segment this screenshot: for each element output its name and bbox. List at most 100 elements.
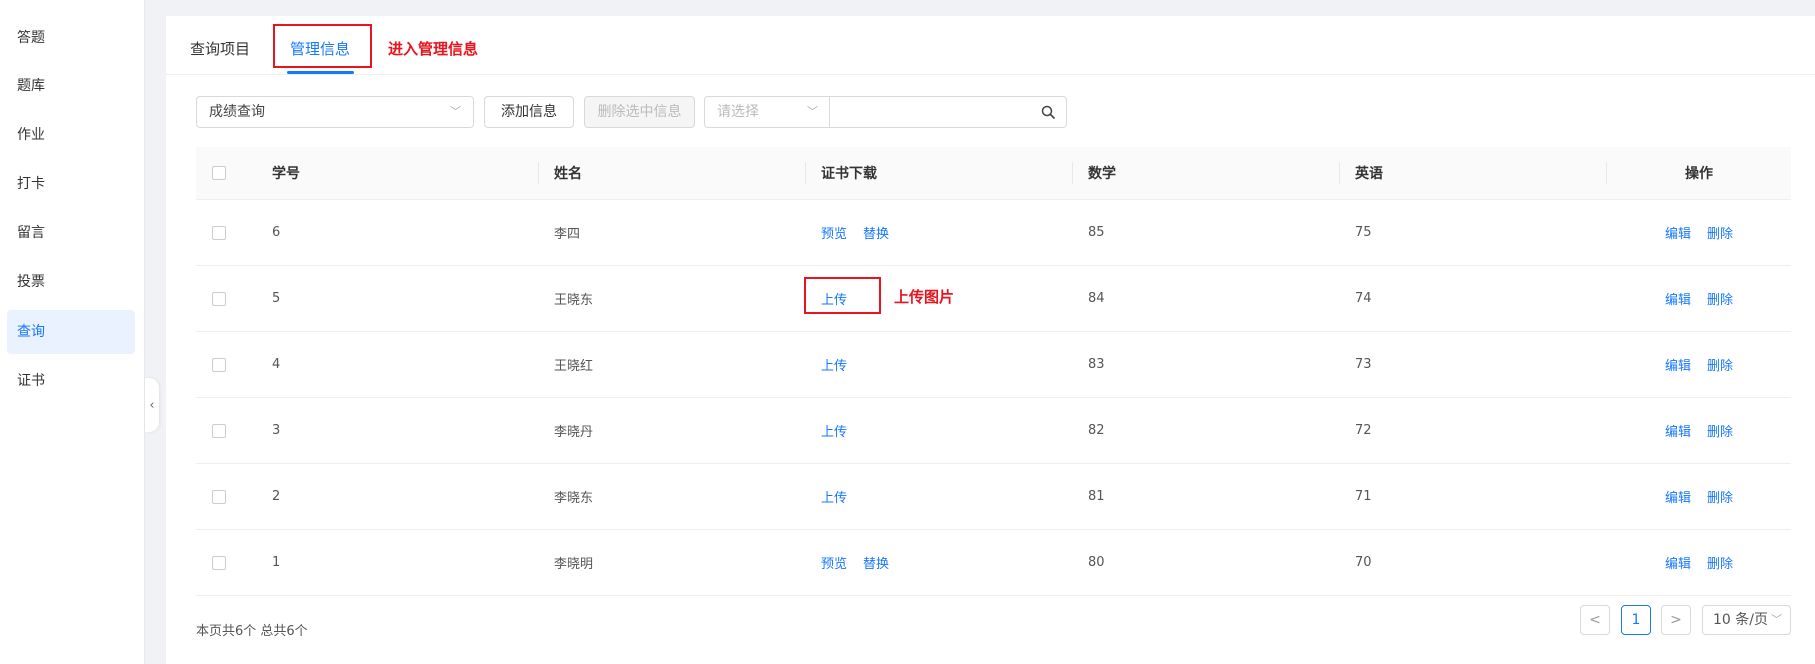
delete-link[interactable]: 删除 bbox=[1707, 553, 1733, 572]
cell-certificate: 上传 bbox=[821, 464, 863, 529]
tab-query-project[interactable]: 查询项目 bbox=[190, 38, 250, 59]
preview-link[interactable]: 预览 bbox=[821, 553, 847, 572]
sidebar-collapse-handle[interactable]: ‹ bbox=[145, 378, 159, 432]
cell-operations: 编辑 删除 bbox=[1607, 266, 1791, 331]
cell-name: 李晓明 bbox=[554, 557, 594, 572]
edit-link[interactable]: 编辑 bbox=[1665, 355, 1691, 374]
annotation-label-enter-manage: 进入管理信息 bbox=[388, 40, 479, 58]
sidebar-item-certificate[interactable]: 证书 bbox=[7, 359, 135, 403]
column-divider bbox=[1072, 162, 1073, 184]
main-panel: 查询项目 管理信息 进入管理信息 成绩查询 ﹀ 添加信息 删除选中信息 请选择 … bbox=[166, 16, 1815, 664]
sidebar-item-answer[interactable]: 答题 bbox=[7, 16, 135, 60]
sidebar: 答题 题库 作业 打卡 留言 投票 查询 证书 bbox=[0, 0, 145, 664]
cell-math: 81 bbox=[1088, 489, 1105, 504]
table-header: 学号 姓名 证书下载 数学 英语 操作 bbox=[196, 147, 1791, 200]
sidebar-item-homework[interactable]: 作业 bbox=[7, 113, 135, 157]
cell-operations: 编辑 删除 bbox=[1607, 530, 1791, 595]
cell-math: 84 bbox=[1088, 291, 1105, 306]
query-type-select[interactable]: 成绩查询 ﹀ bbox=[196, 96, 474, 128]
cell-operations: 编辑 删除 bbox=[1607, 398, 1791, 463]
cell-math: 82 bbox=[1088, 423, 1105, 438]
header-math: 数学 bbox=[1088, 166, 1116, 182]
cell-certificate: 上传 bbox=[821, 332, 863, 397]
table-row: 2 李晓东 上传 81 71 编辑 删除 bbox=[196, 464, 1791, 530]
page-summary: 本页共6个 总共6个 bbox=[196, 624, 308, 639]
row-checkbox[interactable] bbox=[212, 555, 226, 570]
table-row: 3 李晓丹 上传 82 72 编辑 删除 bbox=[196, 398, 1791, 464]
cell-english: 71 bbox=[1355, 489, 1372, 504]
row-checkbox-cell bbox=[212, 398, 226, 463]
add-info-button[interactable]: 添加信息 bbox=[484, 96, 574, 128]
sidebar-item-checkin[interactable]: 打卡 bbox=[7, 162, 135, 206]
cell-student-id: 5 bbox=[272, 291, 281, 306]
replace-link[interactable]: 替换 bbox=[863, 553, 889, 572]
row-checkbox[interactable] bbox=[212, 291, 226, 306]
page-size-value: 10 条/页 bbox=[1713, 612, 1768, 628]
delete-link[interactable]: 删除 bbox=[1707, 289, 1733, 308]
cell-name: 李晓丹 bbox=[554, 425, 594, 440]
header-name: 姓名 bbox=[554, 166, 582, 182]
page-size-select[interactable]: 10 条/页 ﹀ bbox=[1702, 605, 1791, 635]
cell-english: 75 bbox=[1355, 225, 1372, 240]
cell-student-id: 4 bbox=[272, 357, 281, 372]
row-checkbox[interactable] bbox=[212, 225, 226, 240]
edit-link[interactable]: 编辑 bbox=[1665, 223, 1691, 242]
cell-certificate: 预览 替换 bbox=[821, 200, 905, 265]
annotation-label-upload-image: 上传图片 bbox=[894, 288, 955, 306]
edit-link[interactable]: 编辑 bbox=[1665, 553, 1691, 572]
edit-link[interactable]: 编辑 bbox=[1665, 487, 1691, 506]
cell-english: 74 bbox=[1355, 291, 1372, 306]
cell-certificate: 上传 bbox=[821, 398, 863, 463]
header-certificate: 证书下载 bbox=[821, 166, 877, 182]
select-all-checkbox[interactable] bbox=[212, 166, 226, 180]
row-checkbox-cell bbox=[212, 266, 226, 331]
search-input[interactable] bbox=[829, 96, 1067, 128]
delete-link[interactable]: 删除 bbox=[1707, 223, 1733, 242]
replace-link[interactable]: 替换 bbox=[863, 223, 889, 242]
cell-operations: 编辑 删除 bbox=[1607, 464, 1791, 529]
cell-student-id: 1 bbox=[272, 555, 281, 570]
page-1-button[interactable]: 1 bbox=[1621, 605, 1651, 635]
filter-placeholder: 请选择 bbox=[717, 104, 759, 120]
upload-link[interactable]: 上传 bbox=[821, 487, 847, 506]
cell-name: 王晓东 bbox=[554, 293, 594, 308]
chevron-left-icon: ‹ bbox=[149, 397, 155, 413]
edit-link[interactable]: 编辑 bbox=[1665, 421, 1691, 440]
delete-selected-button[interactable]: 删除选中信息 bbox=[584, 96, 695, 128]
delete-link[interactable]: 删除 bbox=[1707, 355, 1733, 374]
sidebar-item-vote[interactable]: 投票 bbox=[7, 260, 135, 304]
filter-select[interactable]: 请选择 ﹀ bbox=[704, 96, 830, 128]
preview-link[interactable]: 预览 bbox=[821, 223, 847, 242]
row-checkbox[interactable] bbox=[212, 423, 226, 438]
column-divider bbox=[538, 162, 539, 184]
upload-link[interactable]: 上传 bbox=[821, 421, 847, 440]
search-icon[interactable] bbox=[1041, 105, 1055, 119]
cell-english: 73 bbox=[1355, 357, 1372, 372]
header-operations: 操作 bbox=[1685, 166, 1713, 182]
cell-name: 李晓东 bbox=[554, 491, 594, 506]
cell-student-id: 2 bbox=[272, 489, 281, 504]
sidebar-item-message[interactable]: 留言 bbox=[7, 211, 135, 255]
column-divider bbox=[805, 162, 806, 184]
cell-name: 王晓红 bbox=[554, 359, 594, 374]
sidebar-item-query[interactable]: 查询 bbox=[7, 310, 135, 354]
edit-link[interactable]: 编辑 bbox=[1665, 289, 1691, 308]
cell-math: 80 bbox=[1088, 555, 1105, 570]
row-checkbox-cell bbox=[212, 332, 226, 397]
sidebar-item-question-bank[interactable]: 题库 bbox=[7, 64, 135, 108]
cell-student-id: 3 bbox=[272, 423, 281, 438]
column-divider bbox=[1339, 162, 1340, 184]
table-row: 4 王晓红 上传 83 73 编辑 删除 bbox=[196, 332, 1791, 398]
delete-link[interactable]: 删除 bbox=[1707, 421, 1733, 440]
prev-page-button[interactable]: < bbox=[1580, 605, 1610, 635]
upload-link[interactable]: 上传 bbox=[821, 355, 847, 374]
chevron-down-icon: ﹀ bbox=[1771, 613, 1782, 626]
header-checkbox-cell bbox=[212, 147, 226, 199]
row-checkbox[interactable] bbox=[212, 489, 226, 504]
delete-link[interactable]: 删除 bbox=[1707, 487, 1733, 506]
row-checkbox[interactable] bbox=[212, 357, 226, 372]
next-page-button[interactable]: > bbox=[1661, 605, 1691, 635]
header-student-id: 学号 bbox=[272, 166, 300, 182]
table-row: 1 李晓明 预览 替换 80 70 编辑 删除 bbox=[196, 530, 1791, 596]
row-checkbox-cell bbox=[212, 464, 226, 529]
